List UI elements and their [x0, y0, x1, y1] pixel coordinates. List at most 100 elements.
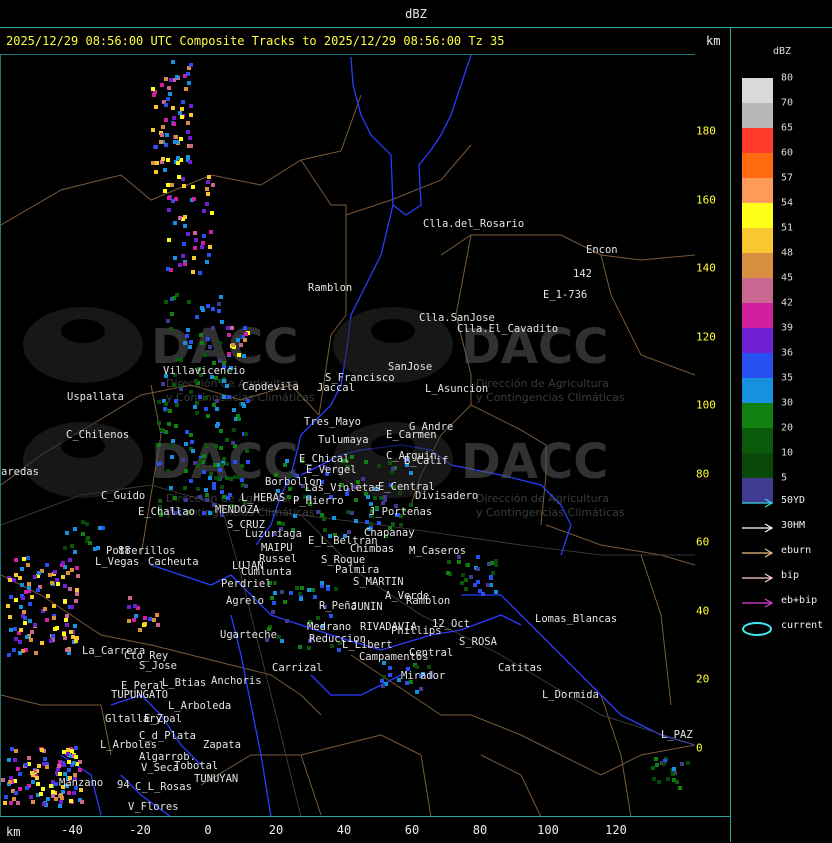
echo-cell	[134, 614, 138, 618]
echo-cell	[164, 430, 168, 434]
place-label: Divisadero	[415, 490, 478, 502]
echo-cell	[469, 575, 473, 579]
y-tick-label: 60	[696, 535, 710, 549]
watermark-line2: y Contingencias Climáticas	[476, 391, 625, 404]
echo-cell	[72, 791, 76, 795]
x-tick-label: -20	[129, 823, 151, 837]
echo-cell	[36, 782, 40, 786]
echo-cell	[29, 638, 33, 642]
echo-cell	[80, 800, 84, 804]
echo-cell	[9, 628, 13, 632]
echo-cell	[219, 295, 223, 299]
dbz-swatch	[742, 428, 773, 453]
echo-cell	[42, 802, 46, 806]
echo-cell	[34, 651, 38, 655]
echo-cell	[156, 623, 160, 627]
echo-cell	[180, 107, 184, 111]
place-label: L_Arboles	[100, 739, 157, 751]
echo-cell	[6, 604, 10, 608]
place-label: L_Btias	[162, 677, 206, 689]
echo-cell	[220, 490, 224, 494]
echo-cell	[270, 596, 274, 600]
echo-cell	[209, 230, 213, 234]
place-label: Clla.El_Cavadito	[457, 323, 558, 335]
window-title: dBZ	[405, 7, 427, 21]
echo-cell	[287, 495, 291, 499]
echo-cell	[143, 616, 147, 620]
echo-cell	[205, 444, 209, 448]
echo-cell	[167, 208, 171, 212]
echo-cell	[313, 595, 317, 599]
y-axis: 180 160 140 120 100 80 60 40 20 0	[694, 54, 730, 816]
echo-cell	[283, 600, 287, 604]
radar-map[interactable]: DACC Dirección de Agricultura y Contingenc…	[0, 54, 695, 817]
echo-cell	[205, 187, 209, 191]
echo-cell	[8, 578, 12, 582]
echo-cell	[63, 636, 67, 640]
echo-cell	[208, 245, 212, 249]
y-tick-label: 0	[696, 741, 703, 754]
echo-cell	[25, 786, 29, 790]
echo-cell	[81, 532, 85, 536]
echo-cell	[182, 242, 186, 246]
echo-cell	[237, 353, 241, 357]
watermark-brand: DACC	[461, 434, 608, 490]
echo-cell	[62, 750, 66, 754]
echo-cell	[143, 622, 147, 626]
echo-cell	[361, 477, 365, 481]
track-legend-label: 50YD	[781, 495, 806, 506]
echo-cell	[9, 595, 13, 599]
echo-cell	[201, 241, 205, 245]
echo-cell	[13, 758, 17, 762]
echo-cell	[189, 144, 193, 148]
echo-cell	[169, 444, 173, 448]
echo-cell	[46, 594, 50, 598]
place-label: Campamentos	[359, 651, 429, 663]
echo-cell	[191, 449, 195, 453]
echo-cell	[283, 463, 287, 467]
echo-cell	[63, 599, 67, 603]
echo-cell	[391, 522, 395, 526]
dbz-color-scale	[742, 78, 773, 503]
echo-cell	[666, 777, 670, 781]
dbz-level-label: 35	[781, 372, 794, 384]
echo-cell	[186, 328, 190, 332]
echo-cell	[20, 583, 24, 587]
echo-cell	[175, 140, 179, 144]
echo-cell	[163, 168, 167, 172]
echo-cell	[174, 135, 178, 139]
echo-cell	[273, 591, 277, 595]
echo-cell	[1, 778, 5, 782]
echo-cell	[409, 471, 413, 475]
echo-cell	[166, 97, 170, 101]
echo-cell	[175, 75, 179, 79]
echo-cell	[208, 345, 212, 349]
echo-cell	[66, 571, 70, 575]
x-tick-label: 0	[204, 823, 212, 837]
echo-cell	[59, 800, 63, 804]
echo-cell	[655, 763, 659, 767]
echo-cell	[71, 635, 75, 639]
echo-cell	[152, 93, 156, 97]
x-tick-label: 20	[268, 823, 284, 837]
echo-cell	[202, 454, 206, 458]
dbz-swatch	[742, 453, 773, 478]
echo-cell	[3, 801, 7, 805]
echo-cell	[164, 300, 168, 304]
place-label: Anchoris	[211, 675, 262, 687]
y-tick-label: 80	[696, 467, 710, 480]
echo-cell	[473, 583, 477, 587]
echo-cell	[160, 83, 164, 87]
place-label: B_Calif	[404, 455, 448, 467]
echo-cell	[7, 653, 11, 657]
echo-cell	[37, 571, 41, 575]
echo-cell	[45, 765, 49, 769]
dbz-level-label: 36	[781, 347, 794, 359]
echo-cell	[198, 271, 202, 275]
echo-cell	[74, 639, 78, 643]
echo-cell	[671, 772, 675, 776]
dbz-swatch	[742, 253, 773, 278]
echo-cell	[154, 145, 158, 149]
echo-cell	[237, 417, 241, 421]
echo-cell	[231, 343, 235, 347]
